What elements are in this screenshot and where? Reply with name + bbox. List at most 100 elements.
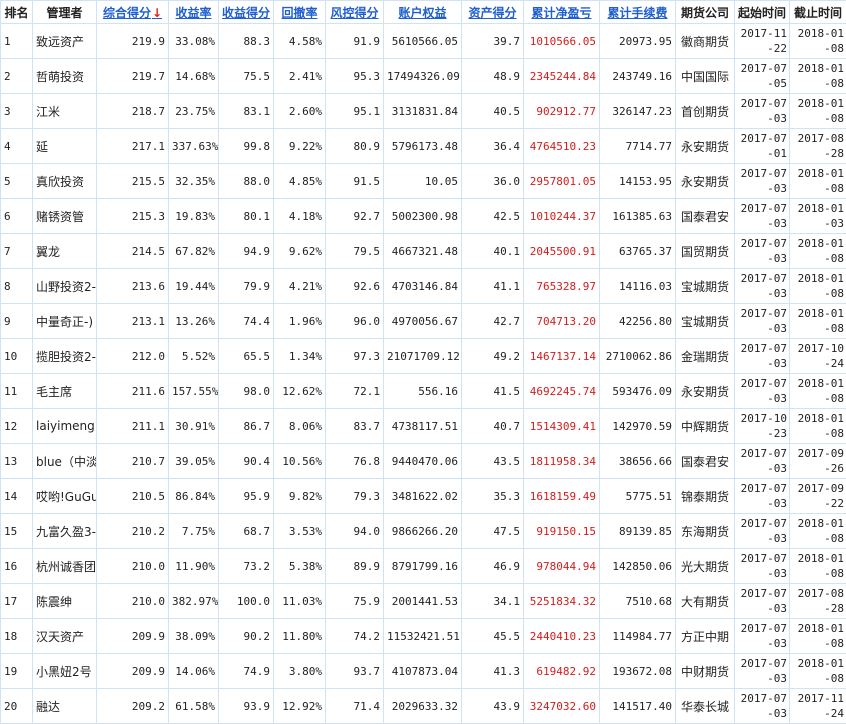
cell-return-rate: 39.05%	[169, 444, 219, 479]
cell-cum-fee: 161385.63	[600, 199, 676, 234]
table-row: 17陈震绅210.0382.97%100.011.03%75.92001441.…	[1, 584, 846, 619]
cell-end: 2018-01-03	[790, 199, 846, 234]
cell-start: 2017-11-22	[735, 24, 790, 59]
cell-return-rate: 61.58%	[169, 689, 219, 724]
cell-company: 宝城期货	[676, 269, 735, 304]
cell-rank: 2	[1, 59, 33, 94]
cell-return-score: 68.7	[219, 514, 274, 549]
cell-start: 2017-07-03	[735, 374, 790, 409]
column-header-label: 风控得分	[330, 6, 378, 20]
cell-end: 2018-01-08	[790, 409, 846, 444]
cell-end: 2017-11-24	[790, 689, 846, 724]
cell-return-rate: 32.35%	[169, 164, 219, 199]
cell-asset-score: 35.3	[462, 479, 524, 514]
cell-start: 2017-07-03	[735, 584, 790, 619]
cell-cum-pnl: 2957801.05	[524, 164, 600, 199]
cell-drawdown: 9.82%	[274, 479, 326, 514]
table-row: 4延217.1337.63%99.89.22%80.95796173.4836.…	[1, 129, 846, 164]
cell-end: 2018-01-08	[790, 269, 846, 304]
cell-score: 211.1	[97, 409, 169, 444]
cell-rank: 11	[1, 374, 33, 409]
column-header-risk-score[interactable]: 风控得分	[326, 1, 384, 24]
cell-account-equity: 9866266.20	[384, 514, 462, 549]
column-header-account-equity[interactable]: 账户权益	[384, 1, 462, 24]
column-header-cum-pnl[interactable]: 累计净盈亏	[524, 1, 600, 24]
cell-return-rate: 86.84%	[169, 479, 219, 514]
cell-account-equity: 5610566.05	[384, 24, 462, 59]
cell-risk-score: 80.9	[326, 129, 384, 164]
cell-cum-fee: 142970.59	[600, 409, 676, 444]
cell-asset-score: 34.1	[462, 584, 524, 619]
cell-drawdown: 11.03%	[274, 584, 326, 619]
cell-manager: 哲萌投资	[33, 59, 97, 94]
column-header-drawdown[interactable]: 回撤率	[274, 1, 326, 24]
cell-cum-fee: 42256.80	[600, 304, 676, 339]
cell-drawdown: 3.53%	[274, 514, 326, 549]
cell-rank: 14	[1, 479, 33, 514]
cell-return-score: 80.1	[219, 199, 274, 234]
cell-drawdown: 12.62%	[274, 374, 326, 409]
cell-account-equity: 4703146.84	[384, 269, 462, 304]
cell-end: 2018-01-08	[790, 514, 846, 549]
cell-end: 2018-01-08	[790, 164, 846, 199]
cell-company: 光大期货	[676, 549, 735, 584]
cell-cum-fee: 38656.66	[600, 444, 676, 479]
cell-company: 锦泰期货	[676, 479, 735, 514]
cell-risk-score: 75.9	[326, 584, 384, 619]
cell-return-rate: 13.26%	[169, 304, 219, 339]
cell-cum-fee: 2710062.86	[600, 339, 676, 374]
table-row: 16杭州诚香团210.011.90%73.25.38%89.98791799.1…	[1, 549, 846, 584]
cell-cum-pnl: 4764510.23	[524, 129, 600, 164]
cell-account-equity: 556.16	[384, 374, 462, 409]
cell-cum-pnl: 2440410.23	[524, 619, 600, 654]
cell-manager: 中量奇正-)	[33, 304, 97, 339]
cell-start: 2017-07-03	[735, 444, 790, 479]
cell-end: 2018-01-08	[790, 549, 846, 584]
cell-score: 209.2	[97, 689, 169, 724]
cell-company: 国泰君安	[676, 199, 735, 234]
cell-return-rate: 19.83%	[169, 199, 219, 234]
cell-cum-pnl: 1618159.49	[524, 479, 600, 514]
column-header-score[interactable]: 综合得分↓	[97, 1, 169, 24]
column-header-return-rate[interactable]: 收益率	[169, 1, 219, 24]
column-header-end: 截止时间	[790, 1, 846, 24]
cell-return-rate: 23.75%	[169, 94, 219, 129]
table-row: 18汉天资产209.938.09%90.211.80%74.211532421.…	[1, 619, 846, 654]
sort-descending-icon[interactable]: ↓	[152, 6, 162, 20]
cell-score: 215.3	[97, 199, 169, 234]
table-row: 1致远资产219.933.08%88.34.58%91.95610566.053…	[1, 24, 846, 59]
cell-company: 永安期货	[676, 374, 735, 409]
cell-start: 2017-07-03	[735, 94, 790, 129]
cell-drawdown: 4.85%	[274, 164, 326, 199]
cell-rank: 5	[1, 164, 33, 199]
cell-rank: 12	[1, 409, 33, 444]
cell-rank: 18	[1, 619, 33, 654]
cell-return-score: 83.1	[219, 94, 274, 129]
cell-asset-score: 49.2	[462, 339, 524, 374]
table-row: 11毛主席211.6157.55%98.012.62%72.1556.1641.…	[1, 374, 846, 409]
cell-asset-score: 47.5	[462, 514, 524, 549]
column-header-return-score[interactable]: 收益得分	[219, 1, 274, 24]
table-row: 12laiyimeng.211.130.91%86.78.06%83.74738…	[1, 409, 846, 444]
cell-rank: 13	[1, 444, 33, 479]
cell-return-rate: 11.90%	[169, 549, 219, 584]
cell-account-equity: 3481622.02	[384, 479, 462, 514]
cell-asset-score: 40.1	[462, 234, 524, 269]
column-header-asset-score[interactable]: 资产得分	[462, 1, 524, 24]
cell-return-score: 93.9	[219, 689, 274, 724]
cell-drawdown: 4.58%	[274, 24, 326, 59]
cell-account-equity: 9440470.06	[384, 444, 462, 479]
column-header-label: 收益率	[175, 6, 211, 20]
cell-risk-score: 79.5	[326, 234, 384, 269]
cell-return-rate: 7.75%	[169, 514, 219, 549]
column-header-label: 期货公司	[681, 6, 729, 20]
cell-account-equity: 4970056.67	[384, 304, 462, 339]
table-row: 2哲萌投资219.714.68%75.52.41%95.317494326.09…	[1, 59, 846, 94]
cell-asset-score: 36.0	[462, 164, 524, 199]
cell-return-score: 88.0	[219, 164, 274, 199]
column-header-cum-fee[interactable]: 累计手续费	[600, 1, 676, 24]
cell-return-score: 99.8	[219, 129, 274, 164]
cell-score: 218.7	[97, 94, 169, 129]
column-header-start: 起始时间	[735, 1, 790, 24]
cell-company: 国贸期货	[676, 234, 735, 269]
